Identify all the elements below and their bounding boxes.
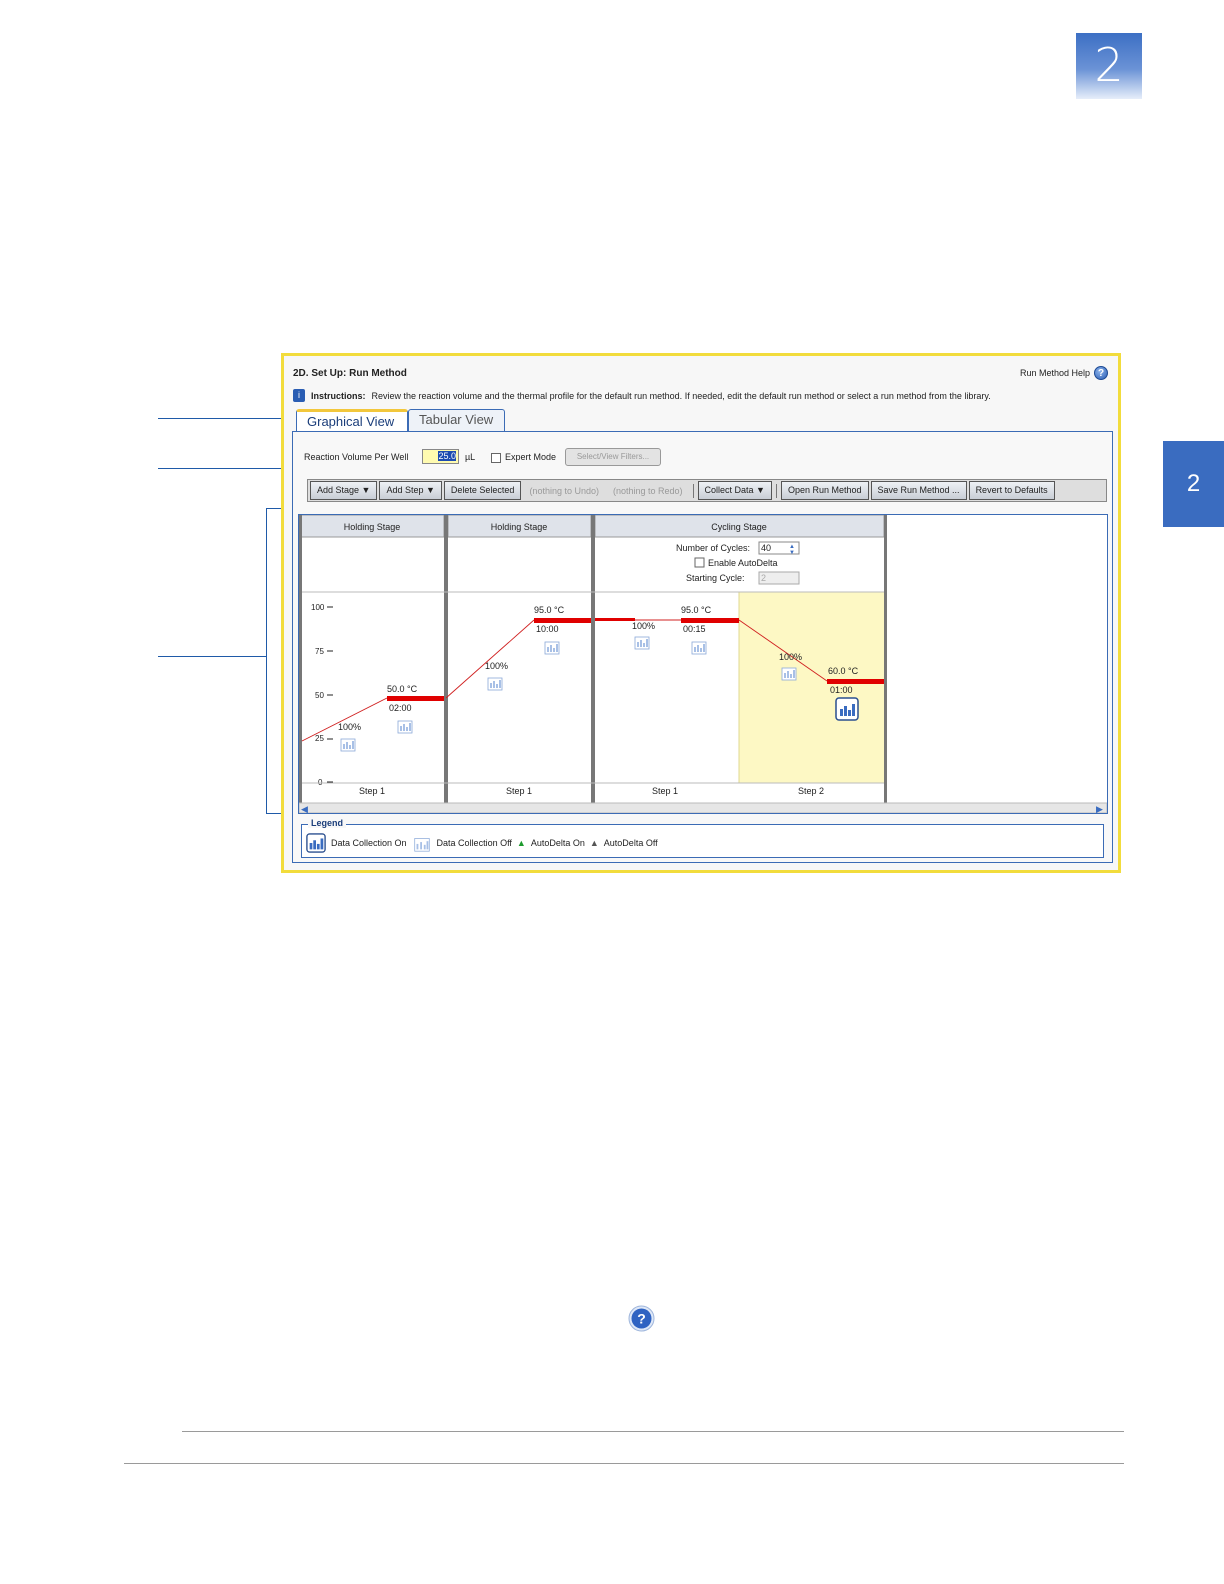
step-1-time: 02:00: [389, 703, 412, 713]
data-collection-off-icon[interactable]: [691, 641, 707, 655]
step-1-temp: 50.0 °C: [387, 684, 418, 694]
legend-data-on: Data Collection On: [331, 838, 407, 848]
instructions: i Instructions: Review the reaction volu…: [293, 389, 991, 402]
undo-button[interactable]: (nothing to Undo): [523, 486, 605, 496]
run-method-help-link[interactable]: Run Method Help ?: [1020, 366, 1108, 380]
stage-2-header: Holding Stage: [491, 522, 548, 532]
cycles-label: Number of Cycles:: [676, 543, 750, 553]
stage-3-header: Cycling Stage: [711, 522, 767, 532]
data-collection-off-icon: [413, 838, 430, 852]
svg-text:?: ?: [637, 1311, 646, 1327]
data-collection-on-icon: [306, 833, 326, 853]
reaction-volume-value: 25.0: [438, 451, 456, 461]
starting-cycle-label: Starting Cycle:: [686, 573, 745, 583]
step-4-ramp: 100%: [779, 652, 802, 662]
legend-autodelta-on: AutoDelta On: [530, 838, 585, 848]
data-collection-off-icon[interactable]: [634, 636, 650, 650]
data-collection-off-icon[interactable]: [340, 738, 356, 752]
y-tick-50: 50: [315, 691, 324, 700]
help-icon: ?: [628, 1305, 655, 1332]
tab-tabular-view[interactable]: Tabular View: [408, 409, 505, 431]
scroll-left-icon[interactable]: ◀: [301, 804, 308, 813]
thermal-profile-svg: 100 75 50 25 0 Hol: [299, 515, 1107, 813]
data-collection-on-icon[interactable]: [835, 697, 859, 721]
expert-mode-label: Expert Mode: [505, 452, 557, 462]
step-1-ramp: 100%: [338, 722, 361, 732]
reaction-volume-unit: µL: [465, 452, 476, 462]
side-chapter-tab: 2: [1163, 441, 1224, 527]
footer-divider-upper: [182, 1431, 1124, 1432]
cycles-value: 40: [761, 543, 771, 553]
open-run-method-button[interactable]: Open Run Method: [780, 481, 869, 500]
step-2-time: 10:00: [536, 624, 559, 634]
step-2-temp: 95.0 °C: [534, 605, 565, 615]
redo-button[interactable]: (nothing to Redo): [607, 486, 689, 496]
y-tick-25: 25: [315, 734, 324, 743]
panel-title: 2D. Set Up: Run Method: [293, 368, 407, 379]
step-4-label: Step 2: [798, 786, 824, 796]
data-collection-off-icon[interactable]: [781, 667, 797, 681]
legend-items: Data Collection On Data Collection Off ▲…: [306, 833, 658, 853]
y-tick-100: 100: [311, 603, 325, 612]
instructions-text: Review the reaction volume and the therm…: [371, 390, 991, 401]
instructions-label: Instructions:: [311, 390, 366, 401]
data-collection-off-icon[interactable]: [487, 677, 503, 691]
scroll-right-icon[interactable]: ▶: [1096, 804, 1103, 813]
run-method-screenshot: 2D. Set Up: Run Method Run Method Help ?…: [281, 353, 1121, 873]
autodelta-label: Enable AutoDelta: [708, 558, 778, 568]
horizontal-scrollbar[interactable]: [299, 802, 1107, 813]
thermal-profile-chart: 100 75 50 25 0 Hol: [298, 514, 1108, 814]
toolbar-separator: [692, 483, 694, 498]
reaction-volume-input[interactable]: 25.0: [422, 449, 459, 464]
delete-selected-button[interactable]: Delete Selected: [443, 481, 522, 500]
collect-data-button[interactable]: Collect Data ▼: [697, 481, 772, 500]
data-collection-off-icon[interactable]: [544, 641, 560, 655]
expert-mode-checkbox[interactable]: [491, 453, 501, 463]
step-1-label: Step 1: [359, 786, 385, 796]
callout-line-chart: [158, 656, 266, 657]
step-3-time: 00:15: [683, 624, 706, 634]
legend: Legend Data Collection On Data Collectio…: [301, 818, 1104, 858]
select-view-filters-button[interactable]: Select/View Filters...: [565, 448, 661, 466]
autodelta-on-icon: ▲: [516, 838, 526, 848]
step-3-temp: 95.0 °C: [681, 605, 712, 615]
footer-divider-lower: [124, 1463, 1124, 1464]
graphical-view-panel: Reaction Volume Per Well 25.0 µL Expert …: [292, 431, 1113, 863]
spinner-down-icon[interactable]: ▼: [789, 550, 795, 556]
starting-cycle-value: 2: [761, 573, 766, 583]
autodelta-off-icon: ▲: [589, 838, 599, 848]
data-collection-off-icon[interactable]: [397, 720, 413, 734]
help-icon[interactable]: ?: [1094, 366, 1108, 380]
step-2-label: Step 1: [506, 786, 532, 796]
help-label: Run Method Help: [1019, 368, 1090, 378]
toolbar-separator: [775, 483, 777, 498]
step-4-temp: 60.0 °C: [828, 666, 859, 676]
callout-line-tabs: [158, 418, 294, 419]
step-3-ramp: 100%: [632, 621, 655, 631]
info-icon: i: [293, 389, 305, 402]
step-4-time: 01:00: [830, 685, 853, 695]
chapter-number: 2: [1076, 33, 1142, 99]
y-tick-75: 75: [315, 647, 324, 656]
add-stage-button[interactable]: Add Stage ▼: [310, 481, 378, 500]
legend-autodelta-off: AutoDelta Off: [603, 838, 658, 848]
run-method-toolbar: Add Stage ▼ Add Step ▼ Delete Selected (…: [307, 479, 1107, 502]
stage-1-header: Holding Stage: [344, 522, 401, 532]
legend-title: Legend: [308, 818, 347, 828]
tab-graphical-view[interactable]: Graphical View: [296, 409, 408, 431]
legend-data-off: Data Collection Off: [436, 838, 512, 848]
save-run-method-button[interactable]: Save Run Method ...: [870, 481, 967, 500]
selected-step-highlight: [739, 592, 884, 783]
revert-to-defaults-button[interactable]: Revert to Defaults: [968, 481, 1055, 500]
step-3-label: Step 1: [652, 786, 678, 796]
autodelta-checkbox[interactable]: [694, 557, 705, 568]
reaction-volume-label: Reaction Volume Per Well: [304, 452, 409, 462]
add-step-button[interactable]: Add Step ▼: [379, 481, 442, 500]
step-2-ramp: 100%: [485, 661, 508, 671]
